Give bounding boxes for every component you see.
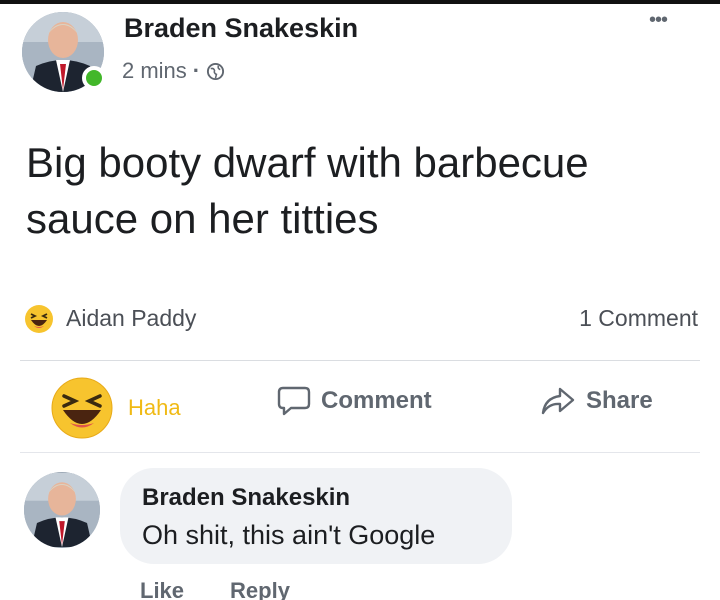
online-status-indicator bbox=[82, 66, 106, 90]
haha-reaction-button[interactable]: Haha bbox=[50, 372, 220, 444]
comment-bubble: Braden Snakeskin Oh shit, this ain't Goo… bbox=[120, 468, 512, 564]
post-text: Big booty dwarf with barbecue sauce on h… bbox=[26, 139, 589, 242]
post-author-name[interactable]: Braden Snakeskin bbox=[124, 13, 358, 44]
post-meta: 2 mins · bbox=[122, 58, 225, 84]
haha-emoji-icon[interactable] bbox=[24, 304, 54, 334]
globe-icon bbox=[207, 62, 225, 80]
more-options-icon[interactable]: ••• bbox=[649, 10, 668, 30]
commenter-avatar[interactable] bbox=[24, 472, 100, 548]
share-button-label: Share bbox=[586, 387, 653, 414]
divider bbox=[20, 452, 700, 453]
comment-like-button[interactable]: Like bbox=[140, 578, 184, 600]
comment-actions: Like Reply bbox=[140, 578, 290, 600]
share-button[interactable]: Share bbox=[540, 385, 653, 417]
haha-label: Haha bbox=[128, 395, 181, 420]
reactor-name[interactable]: Aidan Paddy bbox=[66, 305, 196, 332]
divider bbox=[20, 360, 700, 361]
share-arrow-icon bbox=[541, 387, 575, 415]
comment-text: Oh shit, this ain't Google bbox=[142, 520, 436, 550]
comment-reply-button[interactable]: Reply bbox=[230, 578, 290, 600]
comment-button[interactable]: Comment bbox=[277, 385, 432, 417]
top-edge bbox=[0, 0, 720, 4]
comment-count[interactable]: 1 Comment bbox=[579, 305, 698, 332]
haha-emoji-icon bbox=[51, 377, 113, 439]
post-timestamp[interactable]: 2 mins bbox=[122, 58, 187, 84]
comment-author-name[interactable]: Braden Snakeskin bbox=[142, 484, 350, 512]
meta-separator: · bbox=[192, 58, 201, 83]
comment-button-label: Comment bbox=[321, 387, 432, 414]
comment-bubble-icon bbox=[277, 386, 311, 416]
